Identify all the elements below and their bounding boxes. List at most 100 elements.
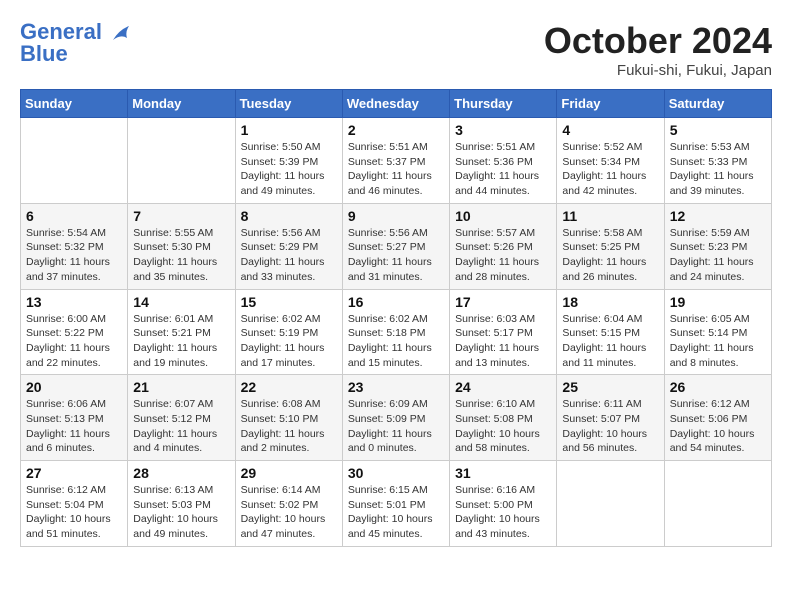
calendar-cell: 17 Sunrise: 6:03 AM Sunset: 5:17 PM Dayli… xyxy=(450,289,557,375)
day-info: Sunrise: 6:09 AM Sunset: 5:09 PM Dayligh… xyxy=(348,397,444,456)
day-info: Sunrise: 5:57 AM Sunset: 5:26 PM Dayligh… xyxy=(455,226,551,285)
day-number: 31 xyxy=(455,465,551,481)
calendar-cell: 6 Sunrise: 5:54 AM Sunset: 5:32 PM Daylig… xyxy=(21,203,128,289)
calendar-cell: 27 Sunrise: 6:12 AM Sunset: 5:04 PM Dayli… xyxy=(21,461,128,547)
calendar-cell: 28Sunrise: 6:13 AM Sunset: 5:03 PM Dayli… xyxy=(128,461,235,547)
calendar-cell: 20 Sunrise: 6:06 AM Sunset: 5:13 PM Dayli… xyxy=(21,375,128,461)
day-number: 3 xyxy=(455,122,551,138)
day-info: Sunrise: 5:55 AM Sunset: 5:30 PM Dayligh… xyxy=(133,226,229,285)
day-number: 13 xyxy=(26,294,122,310)
calendar-cell: 25 Sunrise: 6:11 AM Sunset: 5:07 PM Dayli… xyxy=(557,375,664,461)
day-info: Sunrise: 5:51 AM Sunset: 5:37 PM Dayligh… xyxy=(348,140,444,199)
day-info: Sunrise: 6:15 AM Sunset: 5:01 PM Dayligh… xyxy=(348,483,444,542)
day-number: 29 xyxy=(241,465,337,481)
calendar-cell: 12 Sunrise: 5:59 AM Sunset: 5:23 PM Dayli… xyxy=(664,203,771,289)
logo: General Blue xyxy=(20,20,131,66)
day-info: Sunrise: 6:12 AM Sunset: 5:06 PM Dayligh… xyxy=(670,397,766,456)
day-info: Sunrise: 6:05 AM Sunset: 5:14 PM Dayligh… xyxy=(670,312,766,371)
col-header-saturday: Saturday xyxy=(664,90,771,118)
day-info: Sunrise: 6:16 AM Sunset: 5:00 PM Dayligh… xyxy=(455,483,551,542)
calendar-cell: 26 Sunrise: 6:12 AM Sunset: 5:06 PM Dayli… xyxy=(664,375,771,461)
col-header-friday: Friday xyxy=(557,90,664,118)
col-header-thursday: Thursday xyxy=(450,90,557,118)
day-info: Sunrise: 6:04 AM Sunset: 5:15 PM Dayligh… xyxy=(562,312,658,371)
day-info: Sunrise: 5:59 AM Sunset: 5:23 PM Dayligh… xyxy=(670,226,766,285)
header-row: SundayMondayTuesdayWednesdayThursdayFrid… xyxy=(21,90,772,118)
day-info: Sunrise: 6:12 AM Sunset: 5:04 PM Dayligh… xyxy=(26,483,122,542)
col-header-monday: Monday xyxy=(128,90,235,118)
calendar-cell xyxy=(664,461,771,547)
day-number: 20 xyxy=(26,379,122,395)
day-number: 7 xyxy=(133,208,229,224)
day-info: Sunrise: 6:10 AM Sunset: 5:08 PM Dayligh… xyxy=(455,397,551,456)
calendar-cell xyxy=(21,118,128,204)
day-number: 24 xyxy=(455,379,551,395)
day-number: 12 xyxy=(670,208,766,224)
day-number: 1 xyxy=(241,122,337,138)
calendar-week-1: 1 Sunrise: 5:50 AM Sunset: 5:39 PM Daylig… xyxy=(21,118,772,204)
calendar-cell xyxy=(557,461,664,547)
day-info: Sunrise: 6:00 AM Sunset: 5:22 PM Dayligh… xyxy=(26,312,122,371)
calendar-table: SundayMondayTuesdayWednesdayThursdayFrid… xyxy=(20,89,772,547)
day-number: 30 xyxy=(348,465,444,481)
calendar-cell: 8Sunrise: 5:56 AM Sunset: 5:29 PM Daylig… xyxy=(235,203,342,289)
day-number: 18 xyxy=(562,294,658,310)
day-info: Sunrise: 6:06 AM Sunset: 5:13 PM Dayligh… xyxy=(26,397,122,456)
calendar-cell: 2 Sunrise: 5:51 AM Sunset: 5:37 PM Daylig… xyxy=(342,118,449,204)
calendar-week-5: 27 Sunrise: 6:12 AM Sunset: 5:04 PM Dayli… xyxy=(21,461,772,547)
calendar-cell: 1 Sunrise: 5:50 AM Sunset: 5:39 PM Daylig… xyxy=(235,118,342,204)
calendar-week-2: 6 Sunrise: 5:54 AM Sunset: 5:32 PM Daylig… xyxy=(21,203,772,289)
day-info: Sunrise: 5:56 AM Sunset: 5:29 PM Dayligh… xyxy=(241,226,337,285)
calendar-cell: 22 Sunrise: 6:08 AM Sunset: 5:10 PM Dayli… xyxy=(235,375,342,461)
day-number: 2 xyxy=(348,122,444,138)
day-info: Sunrise: 5:56 AM Sunset: 5:27 PM Dayligh… xyxy=(348,226,444,285)
calendar-cell: 16 Sunrise: 6:02 AM Sunset: 5:18 PM Dayli… xyxy=(342,289,449,375)
logo-blue: Blue xyxy=(20,42,131,66)
day-number: 17 xyxy=(455,294,551,310)
day-number: 26 xyxy=(670,379,766,395)
calendar-cell: 30 Sunrise: 6:15 AM Sunset: 5:01 PM Dayli… xyxy=(342,461,449,547)
day-info: Sunrise: 6:14 AM Sunset: 5:02 PM Dayligh… xyxy=(241,483,337,542)
day-number: 4 xyxy=(562,122,658,138)
calendar-cell: 9 Sunrise: 5:56 AM Sunset: 5:27 PM Daylig… xyxy=(342,203,449,289)
day-info: Sunrise: 5:50 AM Sunset: 5:39 PM Dayligh… xyxy=(241,140,337,199)
day-number: 11 xyxy=(562,208,658,224)
calendar-cell: 18 Sunrise: 6:04 AM Sunset: 5:15 PM Dayli… xyxy=(557,289,664,375)
day-info: Sunrise: 6:11 AM Sunset: 5:07 PM Dayligh… xyxy=(562,397,658,456)
day-number: 14 xyxy=(133,294,229,310)
location-subtitle: Fukui-shi, Fukui, Japan xyxy=(544,62,772,79)
calendar-cell: 29 Sunrise: 6:14 AM Sunset: 5:02 PM Dayli… xyxy=(235,461,342,547)
day-number: 19 xyxy=(670,294,766,310)
day-number: 16 xyxy=(348,294,444,310)
day-number: 25 xyxy=(562,379,658,395)
day-number: 9 xyxy=(348,208,444,224)
day-number: 23 xyxy=(348,379,444,395)
day-info: Sunrise: 6:01 AM Sunset: 5:21 PM Dayligh… xyxy=(133,312,229,371)
day-info: Sunrise: 5:54 AM Sunset: 5:32 PM Dayligh… xyxy=(26,226,122,285)
calendar-week-4: 20 Sunrise: 6:06 AM Sunset: 5:13 PM Dayli… xyxy=(21,375,772,461)
day-number: 27 xyxy=(26,465,122,481)
calendar-cell: 14 Sunrise: 6:01 AM Sunset: 5:21 PM Dayli… xyxy=(128,289,235,375)
calendar-week-3: 13 Sunrise: 6:00 AM Sunset: 5:22 PM Dayli… xyxy=(21,289,772,375)
day-number: 28 xyxy=(133,465,229,481)
day-number: 5 xyxy=(670,122,766,138)
day-info: Sunrise: 6:08 AM Sunset: 5:10 PM Dayligh… xyxy=(241,397,337,456)
day-number: 15 xyxy=(241,294,337,310)
day-number: 22 xyxy=(241,379,337,395)
calendar-cell: 24 Sunrise: 6:10 AM Sunset: 5:08 PM Dayli… xyxy=(450,375,557,461)
calendar-cell: 11 Sunrise: 5:58 AM Sunset: 5:25 PM Dayli… xyxy=(557,203,664,289)
title-block: October 2024 Fukui-shi, Fukui, Japan xyxy=(544,20,772,79)
day-info: Sunrise: 6:02 AM Sunset: 5:18 PM Dayligh… xyxy=(348,312,444,371)
day-info: Sunrise: 6:07 AM Sunset: 5:12 PM Dayligh… xyxy=(133,397,229,456)
day-number: 21 xyxy=(133,379,229,395)
day-info: Sunrise: 6:03 AM Sunset: 5:17 PM Dayligh… xyxy=(455,312,551,371)
day-number: 6 xyxy=(26,208,122,224)
calendar-cell: 15 Sunrise: 6:02 AM Sunset: 5:19 PM Dayli… xyxy=(235,289,342,375)
logo-bird-icon xyxy=(109,22,131,44)
day-info: Sunrise: 6:02 AM Sunset: 5:19 PM Dayligh… xyxy=(241,312,337,371)
day-info: Sunrise: 5:58 AM Sunset: 5:25 PM Dayligh… xyxy=(562,226,658,285)
page-header: General Blue October 2024 Fukui-shi, Fuk… xyxy=(20,20,772,79)
day-info: Sunrise: 5:52 AM Sunset: 5:34 PM Dayligh… xyxy=(562,140,658,199)
col-header-wednesday: Wednesday xyxy=(342,90,449,118)
calendar-cell: 4 Sunrise: 5:52 AM Sunset: 5:34 PM Daylig… xyxy=(557,118,664,204)
